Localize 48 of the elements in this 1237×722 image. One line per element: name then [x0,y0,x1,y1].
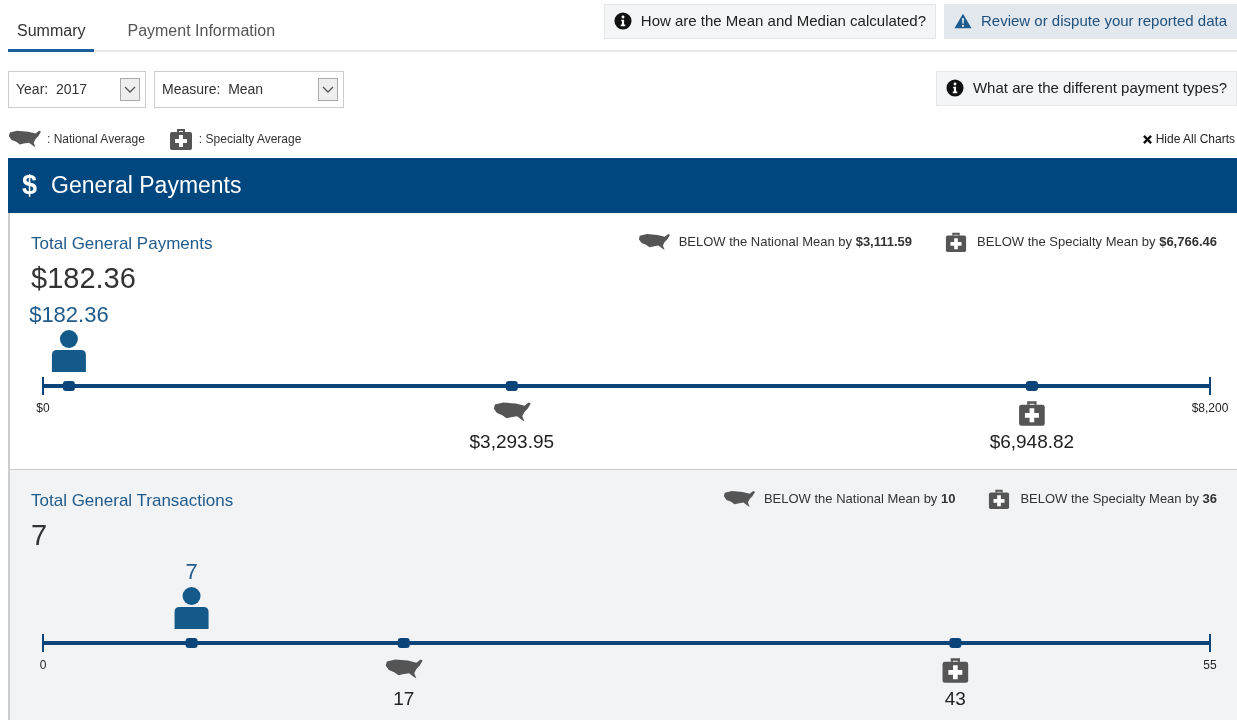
tab[interactable]: Summary [8,0,95,52]
us-map-icon [385,659,423,679]
help-button[interactable]: What are the different payment types? [935,71,1237,106]
scale-label: 55 [1203,658,1217,673]
tab[interactable]: Payment Information [118,0,285,52]
person-icon [174,587,209,630]
value-label: $182.36 [29,302,109,328]
person-icon [51,330,86,373]
us-map-icon [493,402,531,422]
metric-title: Total General Payments [30,233,213,255]
medical-kit-icon [987,488,1012,510]
section-title: General Payments [51,171,242,201]
comparison-text: BELOW the National Mean by 10 [763,490,956,509]
caret-icon [322,85,334,94]
us-map-icon [637,232,670,252]
value-label: 7 [185,559,198,585]
legend-label: : Specialty Average [198,131,302,148]
medical-kit-icon [942,658,969,684]
scale-label: $0 [36,401,50,416]
review-data-button[interactable]: Review or dispute your reported data [944,4,1237,39]
comparison-text: BELOW the Specialty Mean by $6,766.46 [977,233,1217,252]
help-button[interactable]: How are the Mean and Median calculated? [603,4,936,39]
caret-icon [124,85,136,94]
scale-label: $8,200 [1191,401,1229,416]
info-icon [613,12,632,31]
close-icon [1142,134,1152,144]
metric-value: $182.36 [30,262,137,295]
value-label: $3,293.95 [469,431,555,453]
us-map-icon [722,489,755,509]
info-icon [945,79,964,98]
value-label: 43 [944,688,966,710]
dropdown[interactable]: Year: 2017 [8,71,146,108]
us-map-icon [8,128,41,150]
scale-label: 0 [39,658,47,673]
metric-title: Total General Transactions [30,490,234,512]
metric-value: 7 [30,519,49,552]
dollar-icon: $ [22,165,38,206]
comparison-text: BELOW the Specialty Mean by 36 [1020,490,1217,509]
value-label: 17 [393,688,415,710]
hide-charts-link[interactable]: Hide All Charts [1142,130,1235,148]
warning-icon [954,12,972,31]
comparison-text: BELOW the National Mean by $3,111.59 [678,233,913,252]
medical-kit-icon [1019,401,1045,427]
dropdown[interactable]: Measure: Mean [154,71,344,108]
legend-label: : National Average [47,131,145,148]
medical-kit-icon [168,127,193,151]
value-label: $6,948.82 [989,431,1075,453]
medical-kit-icon [944,231,969,253]
